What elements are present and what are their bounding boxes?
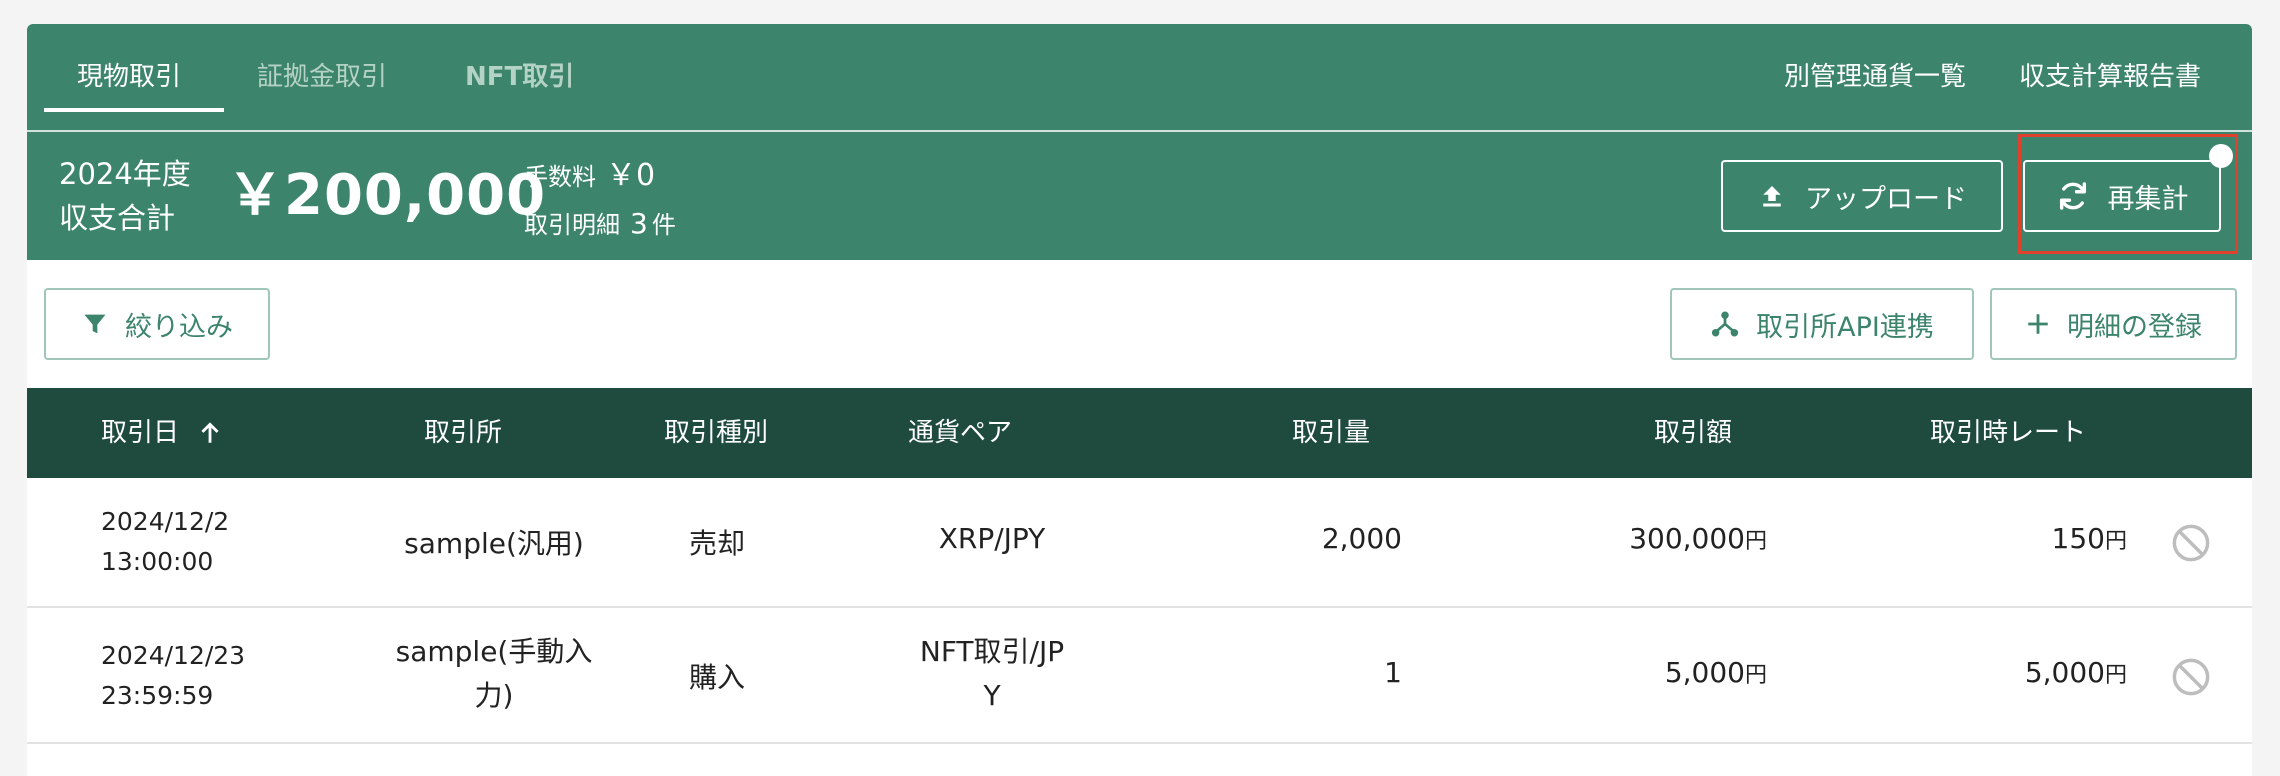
row-pair: XRP/JPY <box>938 522 1046 555</box>
row-amount: 1 <box>1384 656 1402 689</box>
row-rate-unit: 円 <box>2104 663 2127 688</box>
add-transaction-label: 明細の登録 <box>2067 311 2202 343</box>
table-header: 取引日 取引所 取引種別 通貨ペア 取引量 取引額 取引時レート <box>27 388 2252 478</box>
fee-info: 手数料 ￥0 <box>524 154 655 199</box>
separate-currency-list-link[interactable]: 別管理通貨一覧 <box>1784 24 1966 130</box>
total-amount: ￥200,000 <box>227 163 547 228</box>
column-date-label: 取引日 <box>101 418 180 448</box>
row-exchange: sample(手動入 力) <box>374 630 614 718</box>
ban-icon[interactable] <box>2170 522 2212 564</box>
row-exchange-line2: 力) <box>474 679 514 712</box>
row-exchange: sample(汎用) <box>404 527 584 560</box>
row-value: 300,000円 <box>1527 522 1767 555</box>
row-date-day: 2024/12/2 <box>101 507 230 536</box>
plus-icon <box>2028 314 2048 334</box>
column-header-date[interactable]: 取引日 <box>101 388 223 478</box>
fee-label: 手数料 <box>524 163 596 191</box>
active-tab-indicator <box>44 108 224 112</box>
filter-icon <box>84 314 106 334</box>
row-value-unit: 円 <box>1744 529 1767 554</box>
main-card: 現物取引 証拠金取引 NFT取引 別管理通貨一覧 収支計算報告書 2024年度 … <box>27 24 2252 776</box>
year-total-label: 2024年度 収支合計 <box>59 152 191 240</box>
row-date-day: 2024/12/23 <box>101 641 246 670</box>
api-network-icon <box>1712 311 1739 337</box>
add-transaction-button[interactable]: 明細の登録 <box>1990 288 2237 360</box>
row-rate-unit: 円 <box>2104 529 2127 554</box>
count-value: 3 <box>630 207 648 240</box>
notification-dot <box>2209 144 2233 168</box>
column-header-pair: 通貨ペア <box>908 418 1013 448</box>
column-header-value: 取引額 <box>1654 418 1733 448</box>
summary-bar: 2024年度 収支合計 ￥200,000 手数料 ￥0 取引明細 3 件 アップロード… <box>27 132 2252 260</box>
row-amount: 2,000 <box>1321 522 1402 555</box>
tab-margin-trading[interactable]: 証拠金取引 <box>257 24 387 130</box>
row-type: 購入 <box>689 661 746 694</box>
upload-label: アップロード <box>1805 183 1967 215</box>
row-date: 2024/12/2 13:00:00 <box>101 502 229 582</box>
row-rate-number: 150 <box>2051 522 2105 555</box>
row-value: 5,000円 <box>1527 656 1767 689</box>
fiscal-year: 2024年度 <box>59 157 191 191</box>
row-type: 売却 <box>689 527 746 560</box>
arrow-up-icon <box>201 422 219 443</box>
column-header-exchange: 取引所 <box>424 418 503 448</box>
row-pair: NFT取引/JP Y <box>872 630 1112 718</box>
row-value-number: 300,000 <box>1629 522 1745 555</box>
row-rate: 150円 <box>1887 522 2127 555</box>
row-value-number: 5,000 <box>1664 656 1745 689</box>
column-header-rate: 取引時レート <box>1930 418 2087 448</box>
count-unit: 件 <box>651 211 676 239</box>
exchange-api-button[interactable]: 取引所API連携 <box>1670 288 1974 360</box>
table-row[interactable]: 2024/12/2 13:00:00 sample(汎用) 売却 XRP/JPY… <box>27 478 2252 608</box>
row-rate-number: 5,000 <box>2024 656 2105 689</box>
filter-label: 絞り込み <box>125 311 233 343</box>
row-pair-line1: NFT取引/JP <box>919 635 1065 668</box>
tab-bar: 現物取引 証拠金取引 NFT取引 別管理通貨一覧 収支計算報告書 <box>27 24 2252 130</box>
row-exchange-line1: sample(手動入 <box>395 635 593 668</box>
tab-spot-trading[interactable]: 現物取引 <box>77 24 181 130</box>
column-header-type: 取引種別 <box>664 418 769 448</box>
row-date-time: 13:00:00 <box>101 547 214 576</box>
upload-icon <box>1763 186 1781 207</box>
table-row[interactable]: 2024/12/23 23:59:59 sample(手動入 力) 購入 NFT… <box>27 608 2252 744</box>
fee-value: ￥0 <box>606 158 656 193</box>
exchange-api-label: 取引所API連携 <box>1756 311 1934 343</box>
row-value-unit: 円 <box>1744 663 1767 688</box>
ban-icon[interactable] <box>2170 656 2212 698</box>
transaction-count-info: 取引明細 3 件 <box>524 202 676 247</box>
total-label: 収支合計 <box>59 201 176 235</box>
filter-button[interactable]: 絞り込み <box>44 288 270 360</box>
recalculate-highlight <box>2018 134 2238 254</box>
row-date: 2024/12/23 23:59:59 <box>101 636 245 716</box>
upload-button[interactable]: アップロード <box>1721 160 2003 232</box>
row-pair-line2: Y <box>983 679 1001 712</box>
row-rate: 5,000円 <box>1887 656 2127 689</box>
count-label: 取引明細 <box>524 211 620 239</box>
income-report-link[interactable]: 収支計算報告書 <box>2019 24 2201 130</box>
row-date-time: 23:59:59 <box>101 681 214 710</box>
column-header-amount: 取引量 <box>1292 418 1371 448</box>
tab-nft-trading[interactable]: NFT取引 <box>465 24 574 130</box>
